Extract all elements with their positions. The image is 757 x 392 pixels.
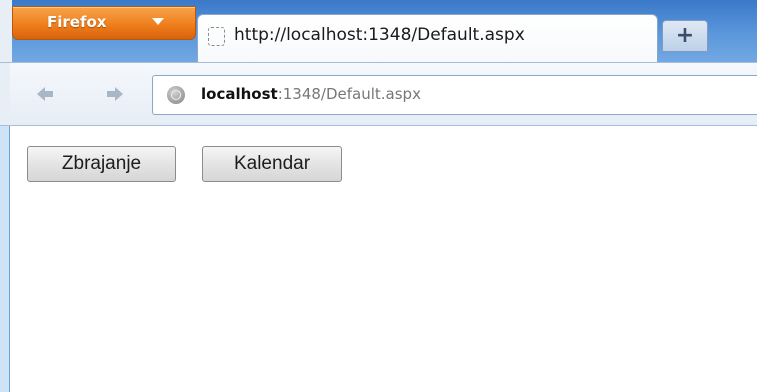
kalendar-button[interactable]: Kalendar — [202, 146, 342, 182]
window-edge — [0, 126, 10, 392]
zbrajanje-button[interactable]: Zbrajanje — [27, 146, 176, 182]
globe-icon — [167, 86, 185, 104]
tab-title: http://localhost:1348/Default.aspx — [234, 25, 525, 45]
navigation-toolbar: localhost:1348/Default.aspx — [0, 62, 757, 126]
url-path: :1348/Default.aspx — [277, 85, 421, 103]
address-text: localhost:1348/Default.aspx — [201, 85, 421, 103]
address-bar[interactable]: localhost:1348/Default.aspx — [152, 75, 757, 115]
blank-page-icon — [208, 27, 225, 46]
chevron-down-icon — [152, 18, 164, 25]
arrow-left-icon — [37, 87, 53, 101]
forward-button[interactable] — [104, 83, 126, 105]
plus-icon: + — [675, 23, 695, 48]
new-tab-button[interactable]: + — [662, 20, 708, 52]
firefox-menu-button[interactable]: Firefox — [12, 6, 196, 40]
arrow-right-icon — [107, 87, 123, 101]
browser-window: Firefox http://localhost:1348/Default.as… — [0, 0, 757, 392]
window-edge — [0, 63, 10, 125]
url-host: localhost — [201, 85, 278, 103]
back-button[interactable] — [34, 83, 56, 105]
page-content: Zbrajanje Kalendar — [0, 126, 757, 392]
firefox-menu-label: Firefox — [47, 13, 107, 31]
